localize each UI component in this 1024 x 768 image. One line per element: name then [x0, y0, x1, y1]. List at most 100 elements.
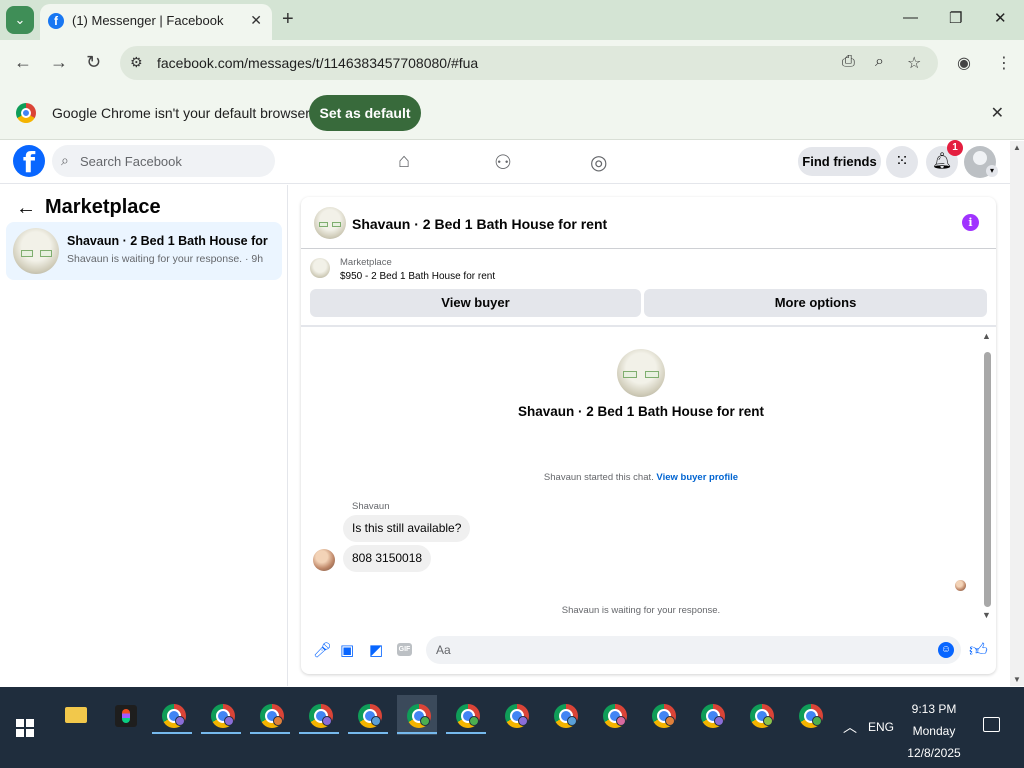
- clock-time: 9:13 PM: [911, 702, 957, 716]
- set-default-button[interactable]: Set as default: [309, 95, 421, 131]
- scroll-down-icon[interactable]: ▼: [1013, 675, 1021, 684]
- message-placeholder: Aa: [436, 643, 451, 657]
- chrome-taskbar-icon-active[interactable]: [397, 695, 437, 735]
- info-icon[interactable]: i: [962, 214, 979, 231]
- chrome-taskbar-icon[interactable]: [495, 695, 535, 735]
- tab-strip: ⌄ f (1) Messenger | Facebook ✕ + — ❐ ✕: [0, 0, 1024, 40]
- message-scroll-down-icon[interactable]: ▼: [982, 610, 991, 620]
- thumbs-up-icon[interactable]: 👍︎: [969, 639, 988, 661]
- intro-title: Shavaun · 2 Bed 1 Bath House for rent: [517, 404, 765, 419]
- file-explorer-icon[interactable]: [54, 695, 94, 735]
- conversation-name: Shavaun · 2 Bed 1 Bath House for r...: [67, 234, 272, 248]
- scroll-up-icon[interactable]: ▲: [1013, 143, 1021, 152]
- tab-close-icon[interactable]: ✕: [250, 12, 262, 29]
- tab-messenger[interactable]: f (1) Messenger | Facebook ✕: [40, 4, 272, 40]
- tab-search-chevron-icon[interactable]: ⌄: [6, 6, 34, 34]
- search-icon: ⌕: [61, 152, 69, 168]
- view-buyer-profile-link[interactable]: View buyer profile: [656, 472, 738, 483]
- chat-started-notice: Shavaun started this chat. View buyer pr…: [301, 472, 981, 483]
- chrome-taskbar-icon[interactable]: [250, 695, 290, 735]
- back-icon[interactable]: ←: [14, 52, 32, 73]
- chrome-taskbar-icon[interactable]: [201, 695, 241, 735]
- zoom-icon[interactable]: ⌕: [875, 53, 884, 71]
- profile-icon[interactable]: ◉: [957, 53, 971, 73]
- facebook-header: f ⌕ Search Facebook ⌂ ⚇ ◎ Find friends ⁙…: [0, 140, 1010, 184]
- chat-title[interactable]: Shavaun · 2 Bed 1 Bath House for rent: [352, 216, 607, 232]
- conversation-preview: Shavaun is waiting for your response. · …: [67, 253, 264, 265]
- message-scrollbar[interactable]: [984, 352, 991, 607]
- chrome-logo-icon: [16, 103, 36, 123]
- chrome-taskbar-icon[interactable]: [348, 695, 388, 735]
- view-buyer-button[interactable]: View buyer: [310, 289, 641, 317]
- chrome-taskbar-icon[interactable]: [740, 695, 780, 735]
- listing-summary[interactable]: Marketplace $950 - 2 Bed 1 Bath House fo…: [301, 249, 996, 287]
- photo-icon[interactable]: ▣: [340, 641, 354, 659]
- chrome-taskbar-icon[interactable]: [152, 695, 192, 735]
- default-browser-infobar: Google Chrome isn't your default browser…: [0, 86, 1024, 140]
- more-options-button[interactable]: More options: [644, 289, 987, 317]
- chevron-down-icon[interactable]: ▾: [986, 165, 998, 177]
- message-scroll-up-icon[interactable]: ▲: [982, 331, 991, 341]
- message-input[interactable]: Aa ☺: [426, 636, 961, 664]
- intro-listing-thumbnail: [617, 349, 665, 397]
- chrome-taskbar-icon[interactable]: [642, 695, 682, 735]
- chat-header: Shavaun · 2 Bed 1 Bath House for rent i: [301, 197, 996, 249]
- chrome-taskbar-icon[interactable]: [789, 695, 829, 735]
- reload-icon[interactable]: ↻: [86, 52, 101, 73]
- clock-day: Monday: [912, 724, 956, 738]
- address-bar[interactable]: ⚙ facebook.com/messages/t/11463834577080…: [120, 46, 938, 80]
- chrome-taskbar-icon[interactable]: [544, 695, 584, 735]
- system-clock[interactable]: 9:13 PM Monday 12/8/2025: [902, 698, 966, 764]
- message-bubble[interactable]: 808 3150018: [343, 545, 432, 572]
- sender-name: Shavaun: [352, 501, 390, 512]
- new-tab-plus-icon[interactable]: +: [282, 8, 294, 30]
- notification-badge: 1: [947, 140, 963, 156]
- back-arrow-icon[interactable]: ←: [16, 197, 36, 220]
- infobar-message: Google Chrome isn't your default browser: [52, 105, 310, 121]
- message-bubble[interactable]: Is this still available?: [343, 515, 471, 542]
- tab-title: (1) Messenger | Facebook: [72, 13, 224, 28]
- windows-taskbar: ︿ ENG 9:13 PM Monday 12/8/2025: [0, 687, 1024, 768]
- home-icon[interactable]: ⌂: [398, 150, 410, 173]
- minimize-icon[interactable]: —: [903, 9, 918, 26]
- install-app-icon[interactable]: ⎙: [842, 53, 855, 71]
- conversation-item[interactable]: Shavaun · 2 Bed 1 Bath House for r... Sh…: [6, 222, 282, 280]
- infobar-close-icon[interactable]: ✕: [991, 103, 1004, 123]
- bookmark-star-icon[interactable]: ☆: [907, 53, 921, 73]
- window-close-icon[interactable]: ✕: [994, 9, 1007, 27]
- sticker-icon[interactable]: ◩: [369, 641, 383, 659]
- groups-icon[interactable]: ◎: [590, 150, 607, 175]
- chrome-taskbar-icon[interactable]: [593, 695, 633, 735]
- facebook-search-input[interactable]: ⌕ Search Facebook: [52, 145, 275, 177]
- clock-date: 12/8/2025: [907, 746, 961, 760]
- browser-toolbar: ← → ↻ ⚙ facebook.com/messages/t/11463834…: [0, 40, 1024, 86]
- emoji-icon[interactable]: ☺: [938, 642, 954, 658]
- divider: [301, 325, 996, 327]
- facebook-favicon-icon: f: [48, 13, 64, 29]
- menu-kebab-icon[interactable]: ⋮: [996, 53, 1012, 73]
- url-text[interactable]: facebook.com/messages/t/1146383457708080…: [157, 55, 478, 71]
- friends-icon[interactable]: ⚇: [494, 150, 512, 175]
- chrome-taskbar-icon[interactable]: [299, 695, 339, 735]
- site-info-icon[interactable]: ⚙: [130, 54, 143, 71]
- microphone-icon[interactable]: 🎤︎: [313, 641, 332, 659]
- chrome-taskbar-icon[interactable]: [691, 695, 731, 735]
- facebook-logo-icon[interactable]: f: [13, 145, 45, 179]
- menu-grid-icon[interactable]: ⁙: [886, 146, 918, 178]
- gif-icon[interactable]: GIF: [397, 643, 412, 656]
- header-listing-thumbnail[interactable]: [314, 207, 346, 239]
- sender-avatar[interactable]: [313, 549, 335, 571]
- seen-indicator-avatar: [955, 580, 966, 591]
- restore-icon[interactable]: ❐: [949, 9, 962, 27]
- windows-start-icon[interactable]: [16, 719, 34, 737]
- chrome-taskbar-icon[interactable]: [446, 695, 486, 735]
- notification-center-icon[interactable]: [983, 717, 1000, 732]
- figma-icon[interactable]: [103, 695, 143, 735]
- language-indicator[interactable]: ENG: [868, 720, 894, 734]
- tray-chevron-up-icon[interactable]: ︿: [843, 717, 857, 737]
- find-friends-button[interactable]: Find friends: [798, 147, 881, 176]
- listing-thumbnail: [13, 228, 59, 274]
- page-scrollbar[interactable]: ▲ ▼: [1010, 141, 1024, 686]
- listing-price: $950 - 2 Bed 1 Bath House for rent: [340, 271, 496, 282]
- forward-icon[interactable]: →: [50, 52, 68, 73]
